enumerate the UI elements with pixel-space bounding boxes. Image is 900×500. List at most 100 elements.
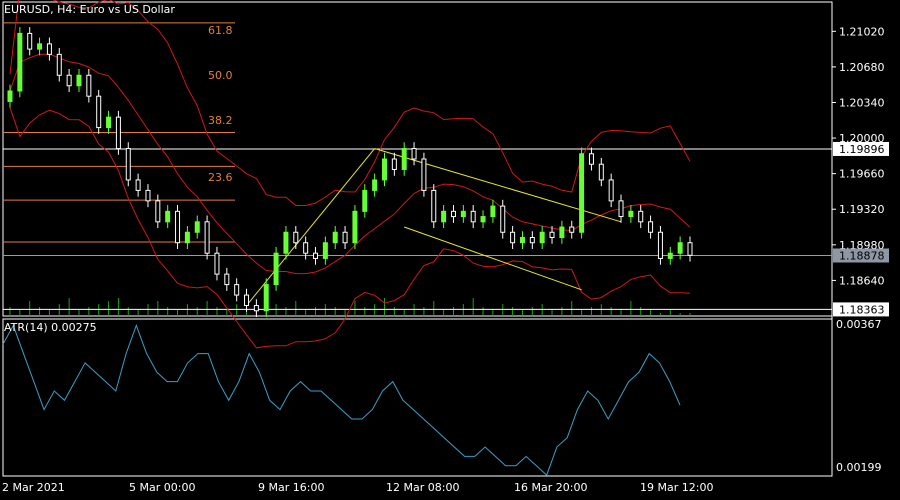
atr-series: [2, 324, 681, 476]
candle-body: [480, 216, 486, 223]
candle-body: [618, 200, 624, 218]
candle-body: [204, 221, 210, 254]
candle-body: [27, 32, 33, 50]
candle-body: [37, 43, 43, 50]
price-tick-label: 1.19320: [839, 203, 885, 216]
candle-body: [273, 252, 279, 286]
candle-body: [510, 231, 516, 244]
time-label-5: 19 Mar 12:00: [640, 481, 714, 494]
candle-body: [638, 210, 644, 223]
candle-body: [450, 210, 456, 218]
time-label-3: 12 Mar 08:00: [386, 481, 460, 494]
time-label-4: 16 Mar 20:00: [514, 481, 588, 494]
bollinger-lower: [9, 107, 691, 349]
candle-body: [313, 252, 319, 259]
candle-body: [66, 74, 72, 87]
candle-body: [184, 231, 190, 244]
candle-body: [401, 148, 407, 170]
candle-body: [391, 158, 397, 170]
candle-body: [322, 242, 328, 259]
candle-body: [667, 252, 673, 259]
candle-body: [175, 210, 181, 244]
time-label-2: 9 Mar 16:00: [258, 481, 325, 494]
bollinger-middle: [9, 53, 691, 275]
candle-body: [234, 284, 240, 296]
candle-body: [244, 294, 250, 307]
candle-body: [7, 90, 13, 102]
candles: [7, 27, 693, 318]
candle-body: [677, 242, 683, 254]
candle-body: [145, 189, 151, 202]
time-label-0: 2 Mar 2021: [2, 481, 65, 494]
candle-body: [470, 210, 476, 223]
candle-body: [352, 210, 358, 244]
candle-body: [628, 210, 634, 218]
candle-body: [657, 231, 663, 259]
candle-body: [381, 158, 387, 181]
candle-body: [86, 74, 92, 97]
candle-body: [165, 210, 171, 223]
atr-axis-bottom: 0.00199: [836, 461, 882, 474]
candle-body: [303, 242, 309, 254]
trendline-channel-bottom: [404, 226, 582, 291]
candle-body: [441, 210, 447, 223]
candle-body: [106, 116, 112, 129]
indicator-pane-border: [2, 318, 833, 477]
candle-body: [224, 273, 230, 286]
candle-body: [431, 189, 437, 223]
candle-body: [500, 205, 506, 233]
bollinger-bands: [9, 0, 691, 349]
fib-level-236: 23.6: [208, 171, 233, 184]
candle-body: [125, 148, 131, 181]
price-tick-label: 1.19660: [839, 168, 885, 181]
candle-body: [17, 32, 23, 92]
price-tick-label: 1.20680: [839, 61, 885, 74]
candle-body: [194, 221, 200, 233]
candle-body: [529, 237, 535, 244]
candle-body: [253, 305, 259, 312]
candle-body: [559, 226, 565, 239]
candle-body: [46, 43, 52, 55]
candle-body: [411, 148, 417, 160]
price-tick-label: 1.20340: [839, 96, 885, 109]
time-label-1: 5 Mar 00:00: [129, 481, 196, 494]
price-axis-ticks: 1.210201.206801.203401.200001.196601.193…: [832, 25, 885, 287]
price-tick-label: 1.18640: [839, 274, 885, 287]
fib-level-382: 38.2: [208, 114, 233, 127]
candle-body: [539, 231, 545, 244]
chart-frame: [2, 1, 833, 477]
candle-body: [263, 284, 269, 312]
candle-body: [569, 226, 575, 233]
candle-body: [214, 252, 220, 275]
candle-body: [96, 95, 102, 129]
price-marker-label: 1.18878: [839, 250, 885, 263]
candle-body: [648, 221, 654, 233]
price-marker-label: 1.18363: [839, 303, 885, 316]
price-tick-label: 1.21020: [839, 25, 885, 38]
candle-body: [342, 231, 348, 244]
candle-body: [608, 179, 614, 202]
candle-body: [56, 53, 62, 76]
symbol-label: EURUSD, H4:: [4, 3, 77, 16]
chart-title: EURUSD, H4: Euro vs US Dollar: [4, 3, 175, 16]
candle-body: [421, 158, 427, 191]
bollinger-upper: [9, 0, 691, 206]
candle-body: [588, 153, 594, 165]
candle-body: [293, 231, 299, 244]
candle-body: [579, 153, 585, 233]
candle-body: [549, 231, 555, 238]
atr-axis-top: 0.00367: [836, 318, 882, 331]
candle-body: [519, 237, 525, 244]
fib-level-500: 50.0: [208, 69, 233, 82]
fib-level-618: 61.8: [208, 24, 233, 37]
candle-body: [598, 163, 604, 181]
price-chart[interactable]: 1.210201.206801.203401.200001.196601.193…: [0, 0, 900, 500]
price-marker-label: 1.19896: [839, 143, 885, 156]
atr-line: [2, 324, 681, 476]
candle-body: [115, 116, 121, 150]
candle-body: [283, 231, 289, 254]
volume-bars: [9, 298, 691, 316]
candle-body: [490, 205, 496, 218]
candle-body: [372, 179, 378, 191]
candle-body: [460, 210, 466, 218]
